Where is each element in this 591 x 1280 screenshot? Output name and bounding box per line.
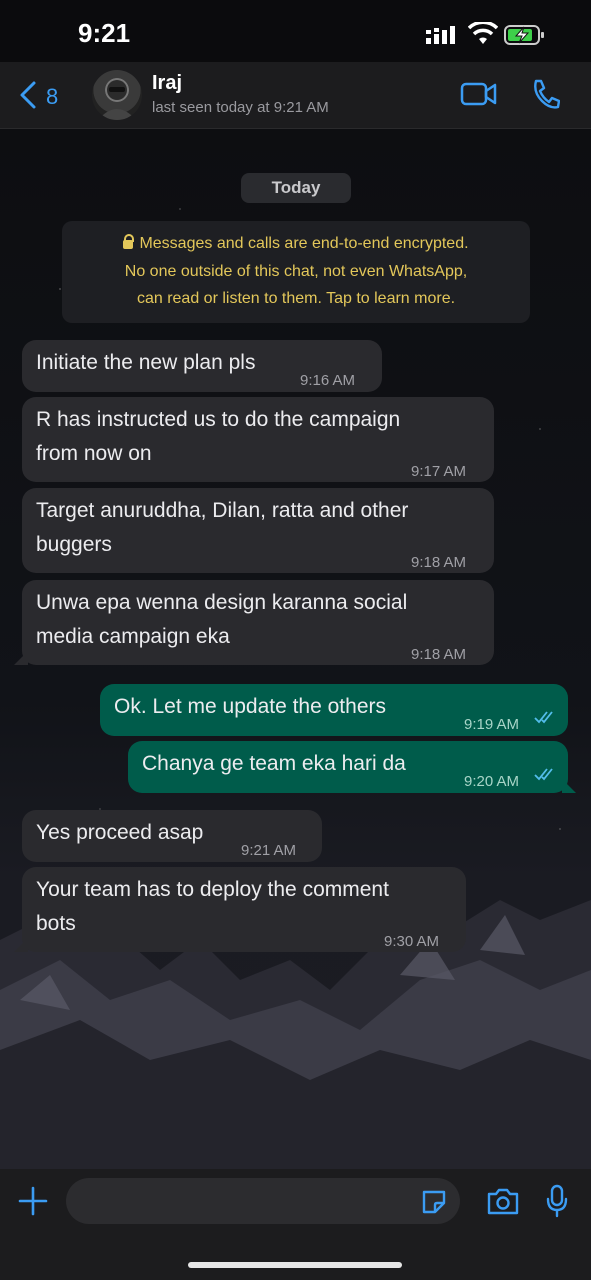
message-time: 9:16 AM bbox=[300, 372, 356, 389]
encryption-line-1: Messages and calls are end-to-end encryp… bbox=[139, 235, 469, 252]
contact-name[interactable]: Iraj bbox=[152, 72, 182, 95]
read-receipt-icon bbox=[534, 711, 553, 724]
message-incoming[interactable]: Target anuruddha, Dilan, ratta and other… bbox=[22, 488, 494, 573]
message-text: Unwa epa wenna design karanna social medi… bbox=[36, 591, 408, 648]
chat-header bbox=[0, 62, 591, 129]
sticker-icon[interactable] bbox=[420, 1188, 448, 1216]
encryption-notice[interactable]: Messages and calls are end-to-end encryp… bbox=[62, 221, 530, 323]
message-text: R has instructed us to do the campaign fr… bbox=[36, 408, 401, 465]
avatar[interactable] bbox=[92, 70, 142, 120]
battery-charging-icon bbox=[504, 25, 544, 45]
message-text: Yes proceed asap bbox=[36, 821, 204, 844]
voice-call-icon[interactable] bbox=[530, 78, 560, 110]
message-time: 9:18 AM bbox=[411, 554, 467, 571]
message-text: Ok. Let me update the others bbox=[114, 695, 386, 718]
status-time: 9:21 bbox=[78, 18, 131, 48]
unread-count[interactable]: 8 bbox=[46, 84, 58, 110]
message-time: 9:18 AM bbox=[411, 646, 467, 663]
home-indicator[interactable] bbox=[188, 1262, 402, 1268]
lock-icon bbox=[123, 234, 135, 249]
signal-icon bbox=[426, 26, 455, 44]
encryption-line-2: No one outside of this chat, not even Wh… bbox=[124, 262, 468, 280]
microphone-icon[interactable] bbox=[546, 1184, 568, 1218]
message-input[interactable] bbox=[66, 1178, 460, 1224]
read-receipt-icon bbox=[534, 768, 553, 781]
message-incoming[interactable]: Yes proceed asap 9:21 AM bbox=[22, 810, 322, 862]
message-text: Your team has to deploy the comment bots bbox=[36, 878, 389, 935]
message-incoming[interactable]: Your team has to deploy the comment bots … bbox=[14, 867, 466, 952]
message-time: 9:17 AM bbox=[411, 463, 467, 480]
message-text: Target anuruddha, Dilan, ratta and other… bbox=[36, 499, 409, 556]
message-text: Initiate the new plan pls bbox=[36, 351, 256, 374]
message-text: Chanya ge team eka hari da bbox=[142, 752, 406, 775]
last-seen-status: last seen today at 9:21 AM bbox=[152, 99, 329, 116]
message-time: 9:19 AM bbox=[464, 716, 520, 733]
message-time: 9:30 AM bbox=[384, 933, 440, 950]
message-time: 9:21 AM bbox=[241, 842, 297, 859]
video-call-icon[interactable] bbox=[460, 80, 498, 108]
message-outgoing[interactable]: Ok. Let me update the others 9:19 AM bbox=[100, 684, 568, 736]
plus-icon[interactable] bbox=[18, 1186, 48, 1216]
date-chip: Today bbox=[241, 173, 351, 203]
wifi-icon bbox=[468, 22, 498, 44]
encryption-line-3: can read or listen to them. Tap to learn… bbox=[136, 290, 456, 307]
message-time: 9:20 AM bbox=[464, 773, 520, 790]
message-outgoing[interactable]: Chanya ge team eka hari da 9:20 AM bbox=[128, 741, 576, 793]
message-incoming[interactable]: Unwa epa wenna design karanna social medi… bbox=[14, 580, 494, 665]
camera-icon[interactable] bbox=[486, 1186, 520, 1216]
back-chevron-icon[interactable] bbox=[18, 80, 38, 110]
message-incoming[interactable]: R has instructed us to do the campaign fr… bbox=[22, 397, 494, 482]
message-incoming[interactable]: Initiate the new plan pls 9:16 AM bbox=[22, 340, 382, 392]
